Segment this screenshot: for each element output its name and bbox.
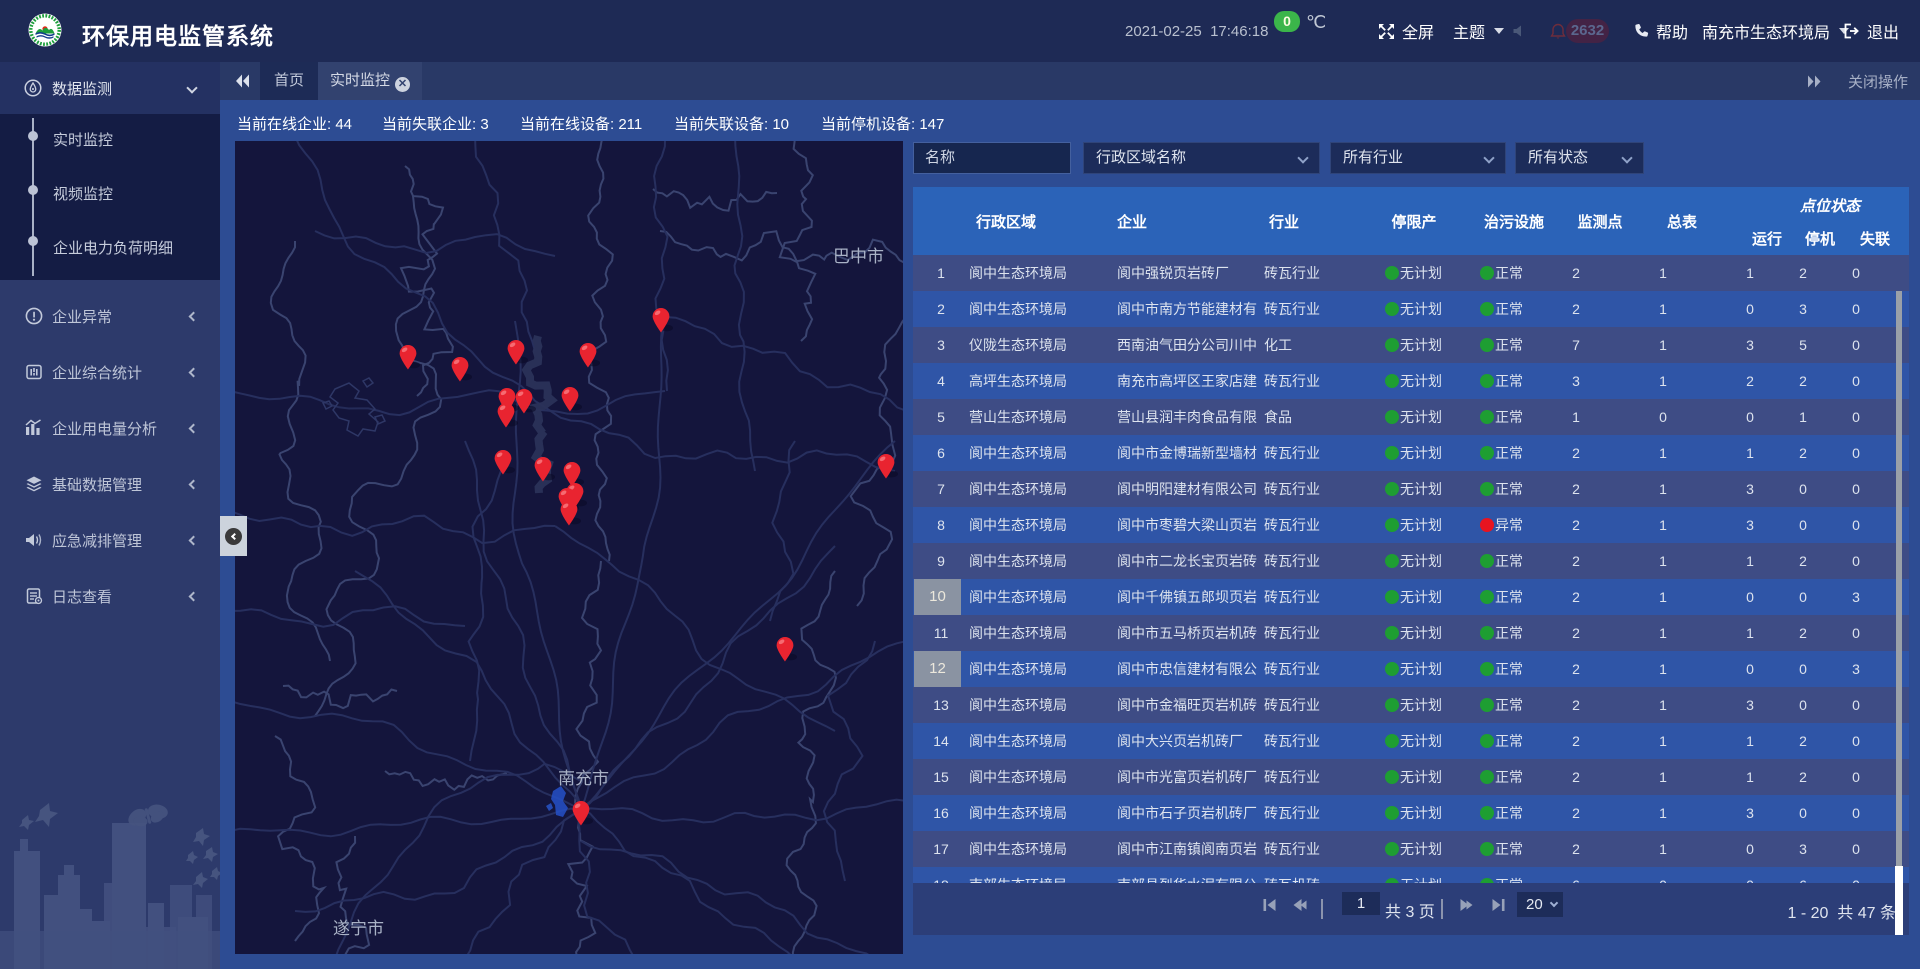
svg-text:遂宁市: 遂宁市 (333, 919, 384, 938)
svg-text:巴中市: 巴中市 (833, 247, 884, 266)
svg-text:南充市: 南充市 (558, 769, 609, 788)
